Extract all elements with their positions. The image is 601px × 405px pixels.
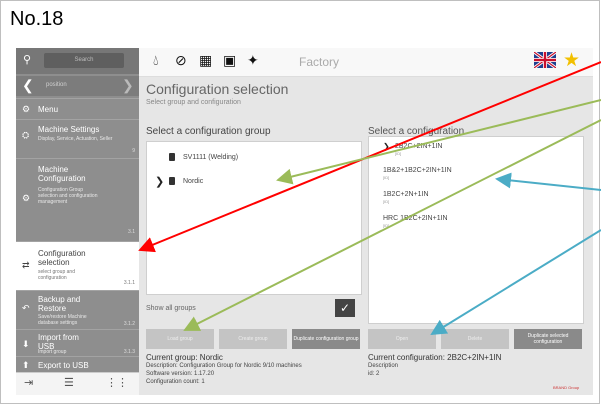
show-all-groups-checkbox[interactable]: ✓ [335,299,355,317]
top-toolbar: 💧︎ ⊘ ▦ ▣ ✦ Factory ★ [139,48,593,77]
sidebar-item-label: Machine Settings [38,125,100,134]
page-title: Configuration selection [146,81,289,97]
database-icon [169,153,175,161]
configuration-icon: ⇄ [22,260,30,270]
configuration-name: 1B2C+2N+1IN [383,191,429,198]
drop-icon[interactable]: 💧︎ [153,52,159,69]
configuration-item[interactable]: 1B&2+1B2C+2IN+1IN [ID] [383,167,452,180]
sidebar-item-label: Menu [38,105,59,114]
sidebar-item-number: 3.1.1 [123,280,135,286]
sidebar-item-subtitle: select group and configuration [38,269,75,281]
database-icon [169,177,175,185]
nav-back-bar[interactable]: ❮ position ❯ [16,76,139,96]
configuration-description-label: Description [368,363,399,369]
uk-flag-icon[interactable] [534,52,556,68]
sidebar: ⚲ Search ❮ position ❯ ⚙ Menu ⛭ Machine S… [16,48,139,395]
sidebar-item-number: 3.1 [128,229,135,235]
tool-icon[interactable]: ✦ [247,52,259,69]
sidebar-item-subtitle: Configuration Group selection and config… [38,187,98,205]
sidebar-item-label: Backup and Restore [38,295,81,313]
barcode-icon[interactable]: ▦ [199,52,212,69]
usb-icon: ⬇ [22,339,30,349]
load-group-button[interactable]: Load group [146,329,214,349]
gear-icon: ⚙ [22,193,31,203]
sidebar-item-backup-restore[interactable]: ↶ Backup and Restore Save/restore Machin… [16,290,139,329]
sidebar-item-import-usb[interactable]: ⬇ Import from USB Import group 3.1.3 [16,329,139,356]
configuration-id: [ID] [383,175,390,180]
logout-icon[interactable]: ⇥ [24,376,33,389]
sidebar-item-number: 3.1.3 [123,349,135,355]
chevron-left-icon[interactable]: ❮ [22,77,34,94]
group-description: Description: Configuration Group for Nor… [146,363,302,369]
sidebar-item-configuration-selection[interactable]: ⇄ Configuration selection select group a… [16,241,139,290]
current-configuration-info: Current configuration: 2B2C+2IN+1IN Desc… [368,354,501,378]
current-configuration: Current configuration: 2B2C+2IN+1IN [368,353,502,362]
sidebar-footer: ⇥ ☰ ⋮⋮ [16,372,139,395]
sidebar-item-export-usb[interactable]: ⬆ Export to USB [16,356,139,373]
page-subtitle: Select group and configuration [146,99,241,106]
configuration-item[interactable]: HRC 1B2C+2IN+1IN [ID] [383,215,448,228]
sidebar-item-subtitle: Import group [38,349,67,355]
software-version: Software version: 1.17.20 [146,371,215,377]
delete-button[interactable]: Delete [441,329,509,349]
gear-icon: ⚙ [22,104,31,114]
group-list: SV1111 (Welding) ❯ Nordic [146,141,362,295]
current-group-info: Current group: Nordic Description: Confi… [146,354,302,386]
configuration-name: 2B2C+2IN+1IN [395,143,443,150]
show-all-groups-label: Show all groups [146,305,196,312]
create-group-button[interactable]: Create group [219,329,287,349]
configuration-item[interactable]: ❯ 2B2C+2IN+1IN [ID] [383,142,443,156]
machine-icon: ⛭ [22,130,30,140]
search-bar: ⚲ Search [16,48,139,74]
factory-label: Factory [299,55,340,69]
app-screenshot: ⚲ Search ❮ position ❯ ⚙ Menu ⛭ Machine S… [16,48,593,395]
configuration-count: Configuration count: 1 [146,379,205,385]
grid-icon[interactable]: ⋮⋮ [106,376,128,389]
sidebar-item-machine-settings[interactable]: ⛭ Machine Settings Display, Service, Act… [16,119,139,158]
slide-number: No.18 [10,8,64,30]
group-heading: Select a configuration group [146,126,271,137]
backup-icon: ↶ [22,303,30,313]
configuration-id: [ID] [383,199,390,204]
group-name: SV1111 (Welding) [183,154,239,161]
group-name: Nordic [183,178,204,185]
no-entry-icon[interactable]: ⊘ [175,52,187,69]
sidebar-item-label: Export to USB [38,361,89,370]
open-button[interactable]: Open [368,329,436,349]
sidebar-item-label: Machine Configuration [38,165,86,183]
configuration-id: [ID] [383,223,390,228]
duplicate-group-button[interactable]: Duplicate configuration group [292,329,360,349]
sidebar-item-label: Configuration selection [38,249,86,267]
search-icon[interactable]: ⚲ [23,53,31,66]
search-input[interactable]: Search [44,53,124,68]
configuration-list: ❯ 2B2C+2IN+1IN [ID] 1B&2+1B2C+2IN+1IN [I… [368,136,584,324]
configuration-name: HRC 1B2C+2IN+1IN [383,215,448,222]
configuration-id: [ID] [395,151,402,156]
chevron-right-icon[interactable]: ❯ [122,77,134,94]
sidebar-item-machine-configuration[interactable]: ⚙ Machine Configuration Configuration Gr… [16,158,139,241]
configuration-item[interactable]: 1B2C+2N+1IN [ID] [383,191,429,204]
brand-logo: BRAND Group [553,385,580,390]
configuration-name: 1B&2+1B2C+2IN+1IN [383,167,452,174]
list-icon[interactable]: ☰ [64,376,74,389]
current-group: Current group: Nordic [146,353,223,362]
sidebar-item-number: 3.1.2 [123,321,135,327]
configuration-id-value: id: 2 [368,371,380,377]
favorite-star-icon[interactable]: ★ [563,49,580,72]
sidebar-item-menu[interactable]: ⚙ Menu [16,98,139,119]
sidebar-item-number: 9 [132,148,135,154]
selected-pointer-icon: ❯ [383,142,390,151]
sidebar-item-subtitle: Save/restore Machine database settings [38,314,87,326]
usb-icon: ⬆ [22,360,30,370]
sidebar-item-subtitle: Display, Service, Actuation, Seller [38,136,113,142]
chevron-right-icon[interactable]: ❯ [155,175,164,188]
back-label: position [46,82,67,88]
machine-icon[interactable]: ▣ [223,52,236,69]
duplicate-configuration-button[interactable]: Duplicate selected configuration [514,329,582,349]
